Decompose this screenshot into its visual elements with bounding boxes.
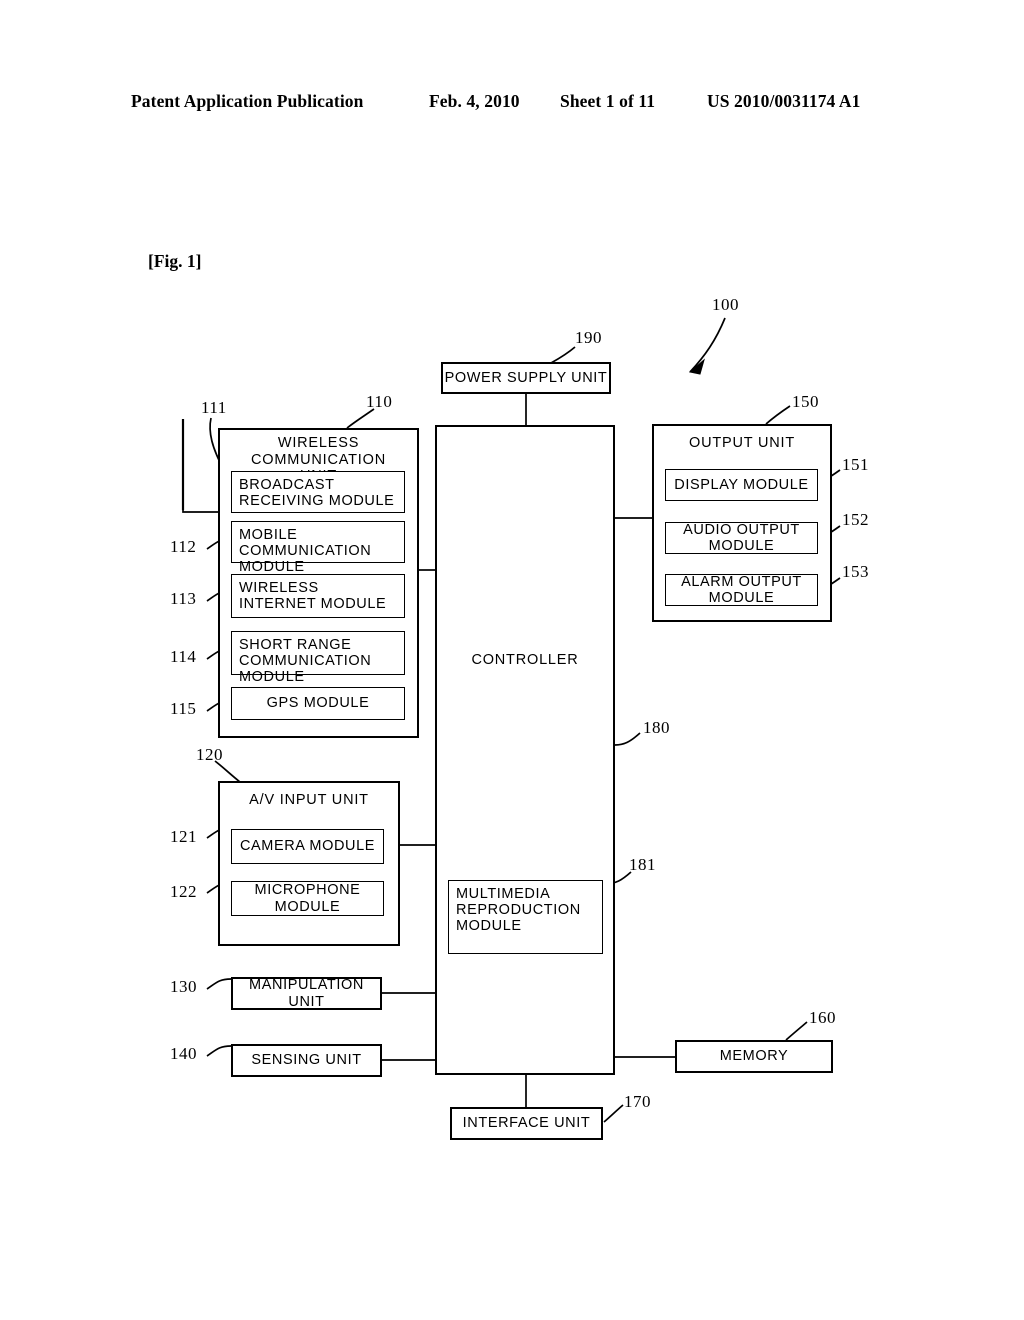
broadcast-module-line2: RECEIVING MODULE <box>239 493 395 510</box>
block-controller: CONTROLLER <box>435 425 615 1075</box>
ref-114: 114 <box>170 647 197 666</box>
memory-label: MEMORY <box>719 1048 789 1065</box>
ref-160: 160 <box>809 1008 836 1027</box>
sensing-unit-label: SENSING UNIT <box>251 1052 362 1069</box>
short-range-line2: COMMUNICATION MODULE <box>239 653 372 686</box>
camera-module-label: CAMERA MODULE <box>239 838 376 855</box>
ref-112: 112 <box>170 537 197 556</box>
ref-151: 151 <box>842 455 869 474</box>
block-short-range-communication-module: SHORT RANGE COMMUNICATION MODULE <box>231 631 405 685</box>
block-sensing-unit: SENSING UNIT <box>231 1044 382 1077</box>
mobile-module-line1: MOBILE <box>239 527 298 543</box>
wireless-internet-line2: INTERNET MODULE <box>239 596 387 613</box>
multimedia-line2: REPRODUCTION <box>456 902 581 919</box>
block-mobile-communication-module: MOBILE COMMUNICATION MODULE <box>231 521 405 575</box>
gps-module-label: GPS MODULE <box>266 695 370 712</box>
ref-113: 113 <box>170 589 197 608</box>
block-broadcast-receiving-module: BROADCAST RECEIVING MODULE <box>231 471 405 513</box>
block-microphone-module: MICROPHONE MODULE <box>231 881 384 916</box>
audio-output-module-label: AUDIO OUTPUT MODULE <box>683 521 800 554</box>
wireless-internet-line1: WIRELESS <box>239 580 319 596</box>
controller-label: CONTROLLER <box>471 652 579 668</box>
interface-unit-label: INTERFACE UNIT <box>462 1115 591 1132</box>
block-wireless-internet-module: WIRELESS INTERNET MODULE <box>231 574 405 618</box>
short-range-line1: SHORT RANGE <box>239 637 352 653</box>
ref-120: 120 <box>196 745 223 764</box>
block-camera-module: CAMERA MODULE <box>231 829 384 864</box>
ref-111: 111 <box>201 398 227 417</box>
power-supply-unit-label: POWER SUPPLY UNIT <box>444 369 608 386</box>
ref-153: 153 <box>842 562 869 581</box>
manipulation-unit-label: MANIPULATION UNIT <box>249 977 364 1010</box>
wireless-unit-label-line1: WIRELESS COMMUNICATION <box>251 435 386 468</box>
multimedia-line3: MODULE <box>456 918 522 935</box>
block-alarm-output-module: ALARM OUTPUT MODULE <box>665 574 818 606</box>
av-input-unit-label: A/V INPUT UNIT <box>249 792 369 808</box>
ref-100: 100 <box>712 295 739 314</box>
ref-150: 150 <box>792 392 819 411</box>
mobile-module-line2: COMMUNICATION MODULE <box>239 543 372 576</box>
ref-152: 152 <box>842 510 869 529</box>
ref-121: 121 <box>170 827 197 846</box>
block-gps-module: GPS MODULE <box>231 687 405 720</box>
ref-115: 115 <box>170 699 197 718</box>
alarm-output-module-label: ALARM OUTPUT MODULE <box>681 573 802 606</box>
block-memory: MEMORY <box>675 1040 833 1073</box>
broadcast-module-line1: BROADCAST <box>239 477 335 493</box>
display-module-label: DISPLAY MODULE <box>674 476 809 493</box>
ref-190: 190 <box>575 328 602 347</box>
block-display-module: DISPLAY MODULE <box>665 469 818 501</box>
block-power-supply-unit: POWER SUPPLY UNIT <box>441 362 611 394</box>
block-interface-unit: INTERFACE UNIT <box>450 1107 603 1140</box>
microphone-module-label: MICROPHONE MODULE <box>254 882 361 915</box>
ref-180: 180 <box>643 718 670 737</box>
block-multimedia-reproduction-module: MULTIMEDIA REPRODUCTION MODULE <box>448 880 603 954</box>
output-unit-label: OUTPUT UNIT <box>688 435 795 451</box>
ref-181: 181 <box>629 855 656 874</box>
ref-130: 130 <box>170 977 197 996</box>
multimedia-line1: MULTIMEDIA <box>456 886 551 902</box>
ref-122: 122 <box>170 882 197 901</box>
ref-170: 170 <box>624 1092 651 1111</box>
ref-110: 110 <box>366 392 393 411</box>
block-diagram: POWER SUPPLY UNIT 190 100 WIRELESS COMMU… <box>0 0 1024 1320</box>
block-manipulation-unit: MANIPULATION UNIT <box>231 977 382 1010</box>
ref-140: 140 <box>170 1044 197 1063</box>
block-audio-output-module: AUDIO OUTPUT MODULE <box>665 522 818 554</box>
